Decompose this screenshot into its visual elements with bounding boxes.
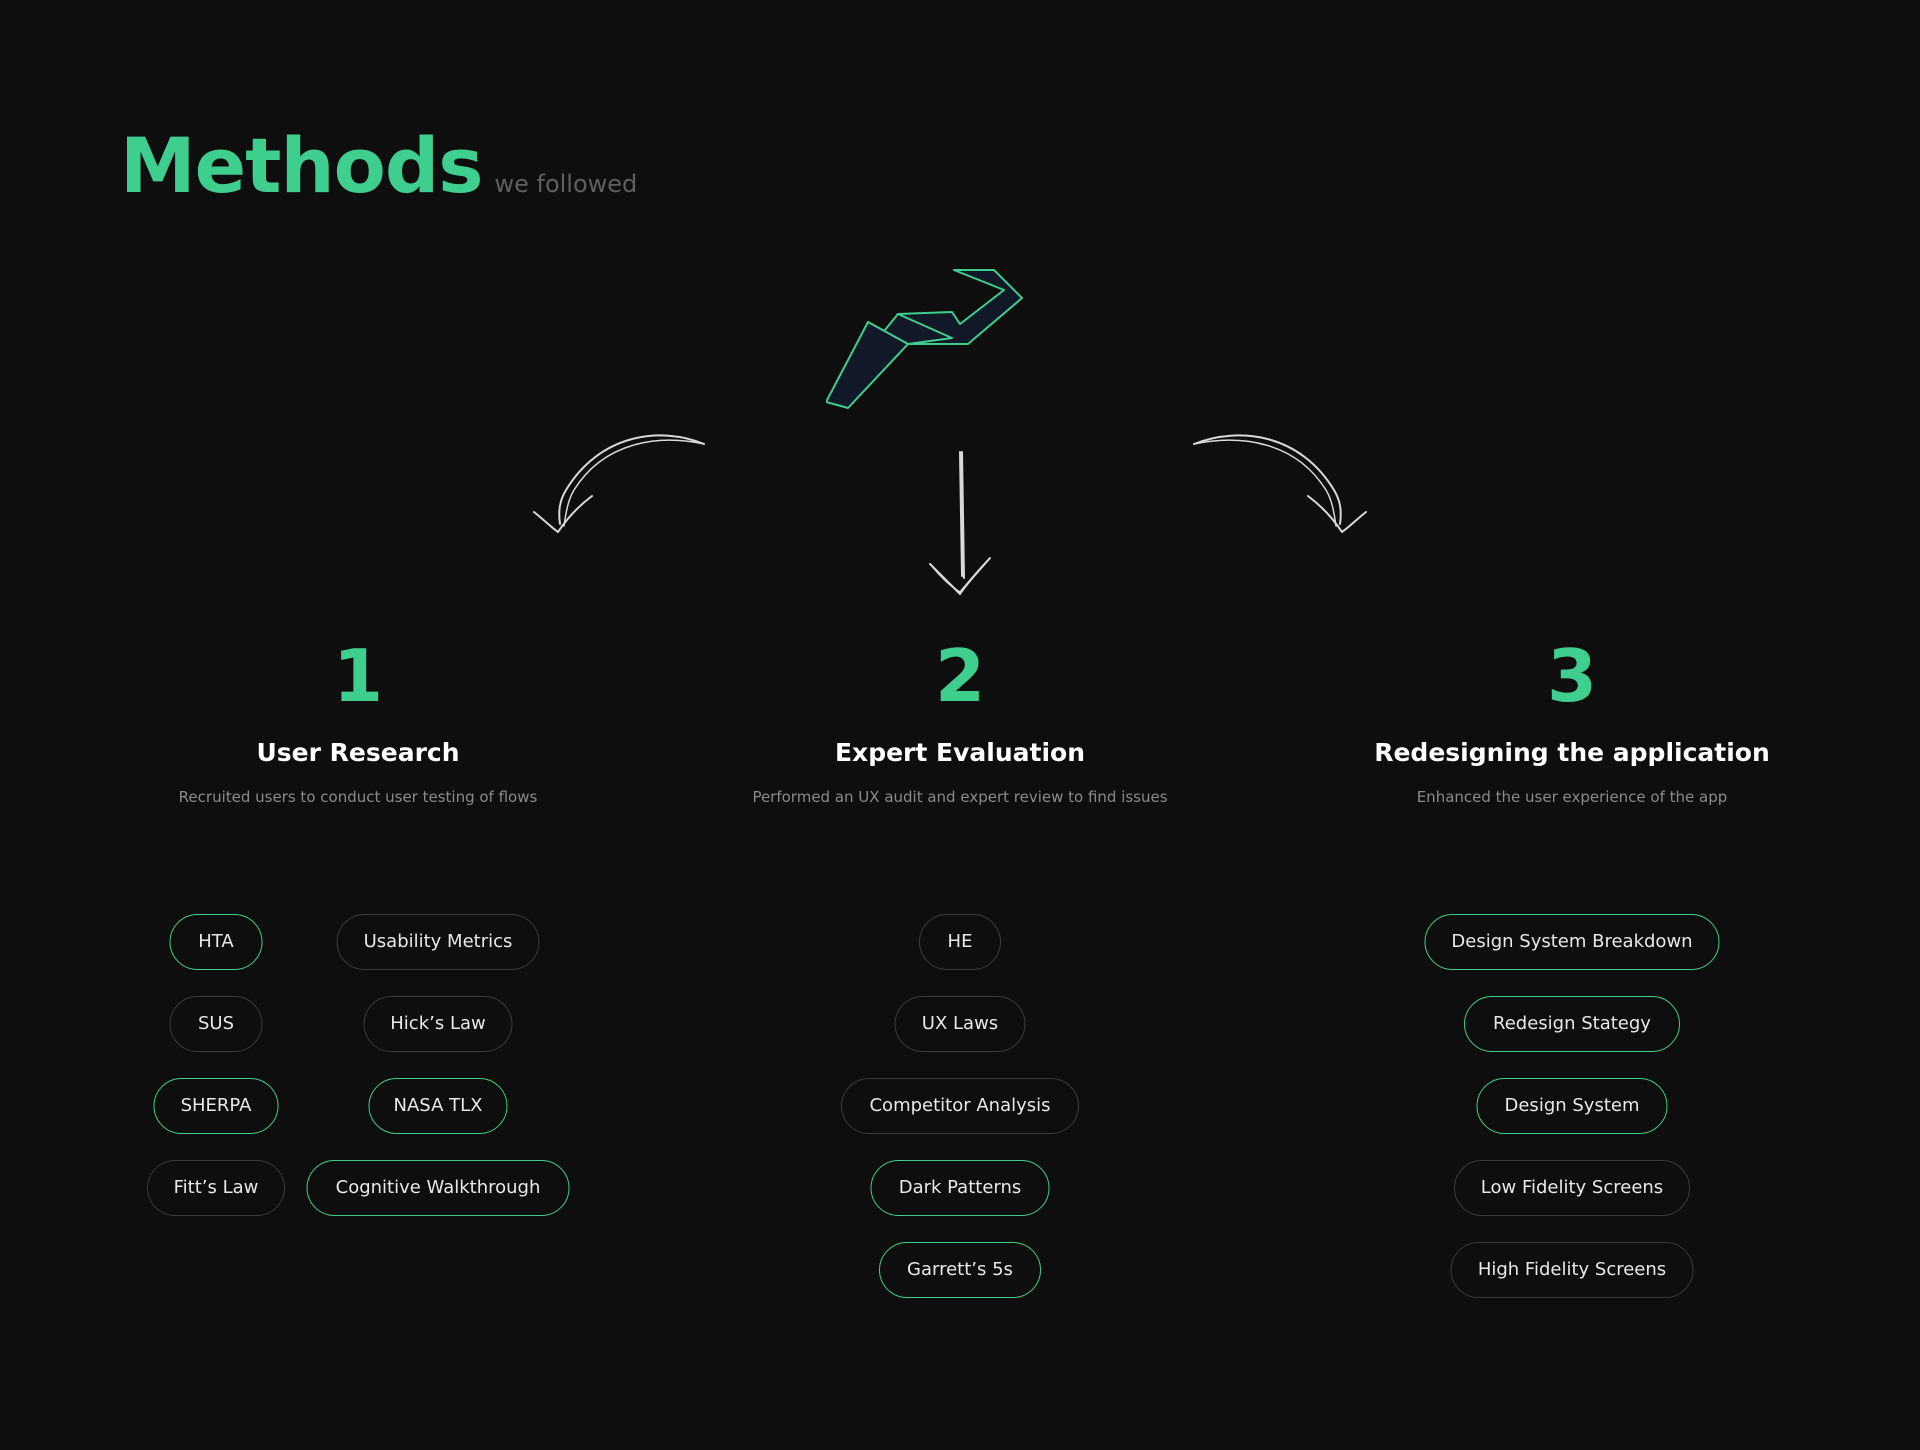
step-number: 1 xyxy=(332,634,384,718)
step-title: Expert Evaluation xyxy=(834,738,1085,767)
method-column-user-research: 1 User Research Recruited users to condu… xyxy=(58,640,658,806)
step-number: 2 xyxy=(934,634,986,718)
tag-pill: Cognitive Walkthrough xyxy=(306,1160,570,1216)
method-column-redesign: 3 Redesigning the application Enhanced t… xyxy=(1272,640,1872,806)
straight-arrow-down-icon xyxy=(929,451,991,595)
tag-pill: Low Fidelity Screens xyxy=(1454,1160,1690,1216)
tag-pill: SUS xyxy=(169,996,263,1052)
step-description: Performed an UX audit and expert review … xyxy=(752,788,1168,806)
tag-pill: SHERPA xyxy=(153,1078,279,1134)
step-title: Redesigning the application xyxy=(1374,738,1770,767)
tag-pill: Hick’s Law xyxy=(363,996,513,1052)
step-description: Enhanced the user experience of the app xyxy=(1416,788,1728,806)
tag-pill: Design System xyxy=(1476,1078,1668,1134)
curved-arrow-left-icon xyxy=(533,434,705,533)
method-column-expert-evaluation: 2 Expert Evaluation Performed an UX audi… xyxy=(660,640,1260,806)
tag-pill: NASA TLX xyxy=(368,1078,508,1134)
zigzag-arrow-logo-icon xyxy=(826,269,1023,409)
tag-pill: Competitor Analysis xyxy=(841,1078,1079,1134)
curved-arrow-right-icon xyxy=(1193,434,1367,533)
page-subtitle: we followed xyxy=(494,170,638,198)
page-header: Methods we followed xyxy=(120,128,637,204)
step-title: User Research xyxy=(256,738,460,767)
tag-pill: Garrett’s 5s xyxy=(879,1242,1041,1298)
tag-pill: Fitt’s Law xyxy=(147,1160,285,1216)
step-number: 3 xyxy=(1546,634,1598,718)
tag-pill: High Fidelity Screens xyxy=(1450,1242,1694,1298)
tag-pill: Redesign Stategy xyxy=(1464,996,1680,1052)
step-description: Recruited users to conduct user testing … xyxy=(178,788,538,806)
tag-pill: Dark Patterns xyxy=(870,1160,1050,1216)
tag-pill: UX Laws xyxy=(894,996,1026,1052)
tag-pill: Usability Metrics xyxy=(336,914,540,970)
page-title: Methods xyxy=(120,121,483,210)
tag-pill: Design System Breakdown xyxy=(1424,914,1720,970)
tag-pill: HE xyxy=(919,914,1001,970)
tag-pill: HTA xyxy=(169,914,263,970)
